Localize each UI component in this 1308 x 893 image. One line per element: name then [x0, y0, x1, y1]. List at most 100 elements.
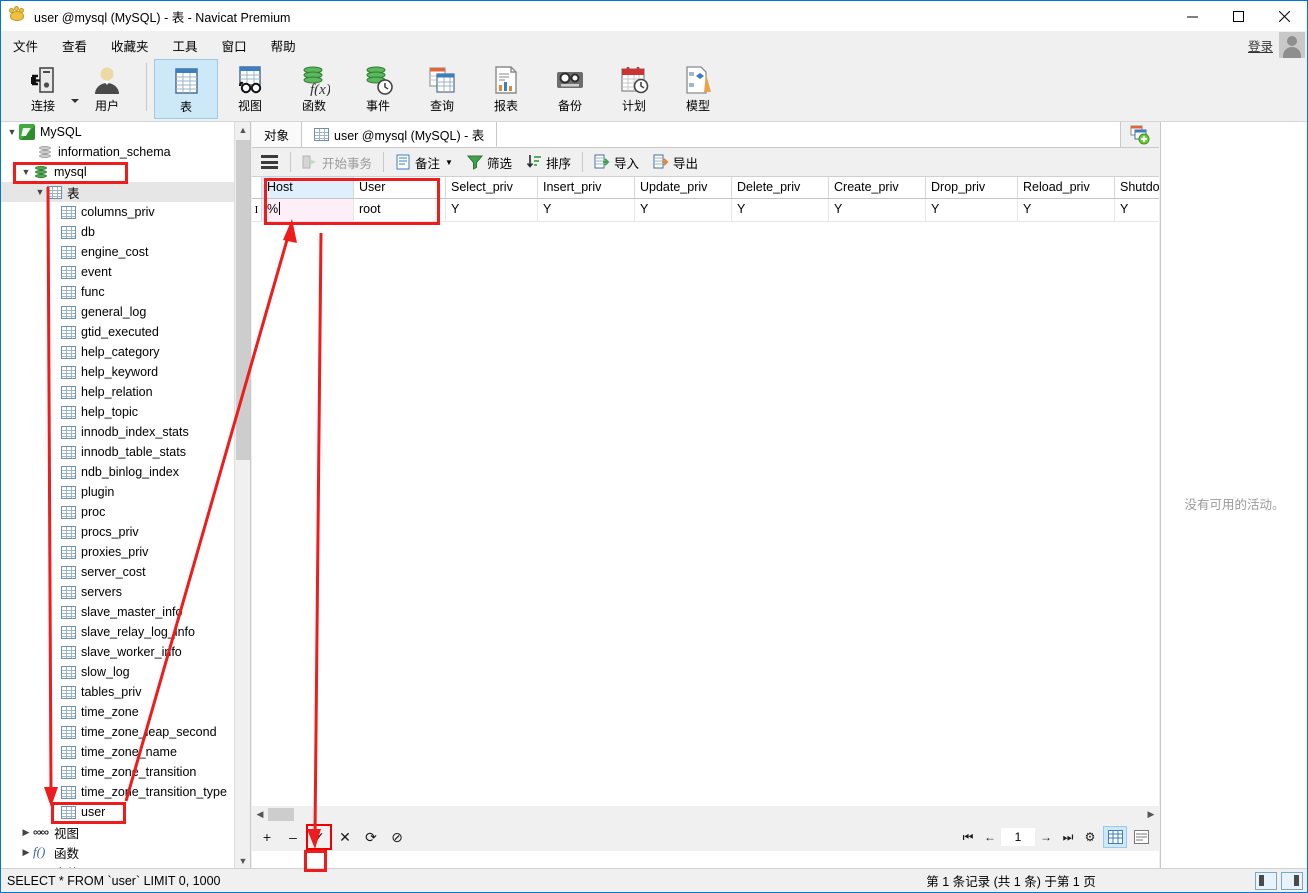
- tree-node-table[interactable]: innodb_index_stats: [1, 422, 235, 442]
- export-button[interactable]: 导出: [646, 149, 705, 176]
- tree-scrollbar[interactable]: ▲ ▼: [234, 122, 250, 869]
- tree-node-table[interactable]: help_relation: [1, 382, 235, 402]
- toggle-right-panel-button[interactable]: [1281, 871, 1303, 890]
- cell-update_priv[interactable]: Y: [635, 199, 732, 221]
- toolbar-function[interactable]: f(x) 函数: [282, 59, 346, 119]
- menu-help[interactable]: 帮助: [259, 33, 308, 58]
- begin-transaction-button[interactable]: 开始事务: [295, 149, 379, 176]
- apply-changes-button[interactable]: ✓: [306, 824, 332, 850]
- column-header-user[interactable]: User: [354, 177, 446, 198]
- tree-node-table[interactable]: proxies_priv: [1, 542, 235, 562]
- column-header-insert_priv[interactable]: Insert_priv: [538, 177, 635, 198]
- cell-host[interactable]: %: [262, 199, 354, 221]
- tree-node-table[interactable]: time_zone_name: [1, 742, 235, 762]
- tree-node-table[interactable]: procs_priv: [1, 522, 235, 542]
- import-button[interactable]: 导入: [587, 149, 646, 176]
- scroll-down-arrow[interactable]: ▼: [235, 853, 250, 869]
- tree-node-table[interactable]: help_category: [1, 342, 235, 362]
- tree-node-table[interactable]: tables_priv: [1, 682, 235, 702]
- column-header-shutdow[interactable]: Shutdow: [1115, 177, 1159, 198]
- menu-icon[interactable]: [261, 155, 278, 169]
- tree-node-table[interactable]: help_keyword: [1, 362, 235, 382]
- first-page-button[interactable]: ⏮: [957, 826, 979, 848]
- last-page-button[interactable]: ⏭: [1057, 826, 1079, 848]
- tree-node-table[interactable]: slave_worker_info: [1, 642, 235, 662]
- toolbar-user[interactable]: 用户: [75, 59, 139, 119]
- tree-node-group[interactable]: ▶ f() 函数: [1, 842, 235, 862]
- tree-node-table[interactable]: slave_master_info: [1, 602, 235, 622]
- page-number-input[interactable]: 1: [1001, 828, 1035, 846]
- menu-tools[interactable]: 工具: [161, 33, 210, 58]
- tree-node-table[interactable]: servers: [1, 582, 235, 602]
- column-header-update_priv[interactable]: Update_priv: [635, 177, 732, 198]
- tree-node-table[interactable]: engine_cost: [1, 242, 235, 262]
- menu-window[interactable]: 窗口: [210, 33, 259, 58]
- tree-node-table[interactable]: ndb_binlog_index: [1, 462, 235, 482]
- tree-node-table[interactable]: db: [1, 222, 235, 242]
- scroll-thumb[interactable]: [236, 140, 250, 460]
- tree-node-table[interactable]: time_zone: [1, 702, 235, 722]
- toolbar-view[interactable]: 视图: [218, 59, 282, 119]
- menu-view[interactable]: 查看: [50, 33, 99, 58]
- tree-node-table[interactable]: proc: [1, 502, 235, 522]
- cell-insert_priv[interactable]: Y: [538, 199, 635, 221]
- menu-favorites[interactable]: 收藏夹: [99, 33, 161, 58]
- cell-drop_priv[interactable]: Y: [926, 199, 1018, 221]
- tree-node-table[interactable]: plugin: [1, 482, 235, 502]
- chevron-down-icon[interactable]: ▼: [5, 122, 19, 142]
- menu-file[interactable]: 文件: [1, 33, 50, 58]
- login-link[interactable]: 登录: [1248, 36, 1273, 55]
- cell-delete_priv[interactable]: Y: [732, 199, 829, 221]
- toolbar-query[interactable]: 查询: [410, 59, 474, 119]
- column-header-select_priv[interactable]: Select_priv: [446, 177, 538, 198]
- cell-reload_priv[interactable]: Y: [1018, 199, 1115, 221]
- tab-user-table[interactable]: user @mysql (MySQL) - 表: [302, 122, 498, 147]
- tree-node-table[interactable]: time_zone_transition_type: [1, 782, 235, 802]
- tree-node-table[interactable]: gtid_executed: [1, 322, 235, 342]
- tree-node-table[interactable]: help_topic: [1, 402, 235, 422]
- tree-node-connection[interactable]: ▼ MySQL: [1, 122, 235, 142]
- cell-create_priv[interactable]: Y: [829, 199, 926, 221]
- scroll-up-arrow[interactable]: ▲: [235, 122, 250, 138]
- grid-view-toggle[interactable]: [1103, 826, 1127, 848]
- table-row[interactable]: I % root Y Y Y Y Y Y Y Y: [252, 199, 1159, 222]
- toolbar-model[interactable]: 模型: [666, 59, 730, 119]
- tree-node-information_schema[interactable]: ▶information_schema: [1, 142, 235, 162]
- toolbar-schedule[interactable]: 计划: [602, 59, 666, 119]
- tree-node-group[interactable]: ▶ ∞∞ 视图: [1, 822, 235, 842]
- tree-node-tables-group[interactable]: ▼ 表: [1, 182, 235, 202]
- tab-objects[interactable]: 对象: [252, 122, 303, 147]
- toolbar-backup[interactable]: 备份: [538, 59, 602, 119]
- tree-node-table[interactable]: innodb_table_stats: [1, 442, 235, 462]
- cell-shutdow[interactable]: Y: [1115, 199, 1159, 221]
- new-object-button[interactable]: [1121, 122, 1159, 147]
- chevron-down-icon[interactable]: ▼: [19, 162, 33, 182]
- note-button[interactable]: 备注 ▼: [388, 149, 460, 176]
- filter-button[interactable]: 筛选: [460, 149, 519, 176]
- close-button[interactable]: [1261, 1, 1307, 31]
- tree-node-table[interactable]: func: [1, 282, 235, 302]
- cell-select_priv[interactable]: Y: [446, 199, 538, 221]
- cell-user[interactable]: root: [354, 199, 446, 221]
- chevron-right-icon[interactable]: ▶: [19, 842, 33, 862]
- column-header-host[interactable]: Host: [262, 177, 354, 198]
- tree-node-table[interactable]: time_zone_transition: [1, 762, 235, 782]
- scroll-right-arrow[interactable]: ▶: [1143, 806, 1159, 823]
- column-header-reload_priv[interactable]: Reload_priv: [1018, 177, 1115, 198]
- tree-node-table[interactable]: user: [1, 802, 235, 822]
- chevron-down-icon[interactable]: ▼: [445, 158, 453, 167]
- settings-button[interactable]: ⚙: [1079, 826, 1101, 848]
- tree-node-mysql[interactable]: ▼ mysql: [1, 162, 235, 182]
- tree-node-table[interactable]: columns_priv: [1, 202, 235, 222]
- tree-node-table[interactable]: slave_relay_log_info: [1, 622, 235, 642]
- sort-button[interactable]: 排序: [519, 149, 578, 176]
- toolbar-event[interactable]: 事件: [346, 59, 410, 119]
- next-page-button[interactable]: →: [1035, 826, 1057, 848]
- minimize-button[interactable]: [1169, 1, 1215, 31]
- tree-node-table[interactable]: general_log: [1, 302, 235, 322]
- scroll-left-arrow[interactable]: ◀: [252, 806, 268, 823]
- avatar[interactable]: [1279, 32, 1305, 58]
- toggle-left-panel-button[interactable]: [1255, 871, 1277, 890]
- grid-horizontal-scrollbar[interactable]: ◀ ▶: [252, 806, 1159, 823]
- column-header-create_priv[interactable]: Create_priv: [829, 177, 926, 198]
